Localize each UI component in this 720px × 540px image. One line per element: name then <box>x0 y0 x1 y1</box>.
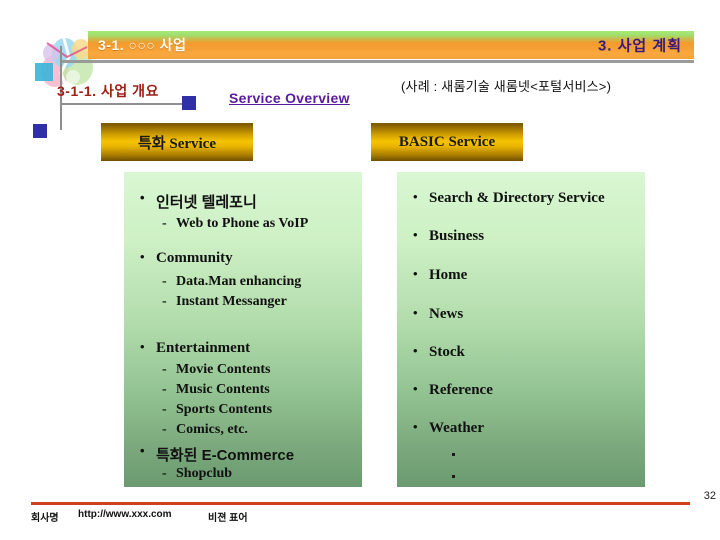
list-item-primary: Community <box>140 249 233 267</box>
header-underline-rule <box>60 60 694 63</box>
footer-slogan: 비젼 표어 <box>208 513 248 524</box>
footer-company-name: 회사명 <box>31 513 59 524</box>
footer-url: http://www.xxx.com <box>78 509 172 520</box>
list-item-secondary: Instant Messanger <box>162 294 287 310</box>
list-item-primary: Business <box>413 227 484 245</box>
list-item-dot-marker <box>452 475 455 478</box>
basic-service-list: Search & Directory Service Business Home Ne… <box>397 172 645 487</box>
list-item-secondary: Data.Man enhancing <box>162 274 301 290</box>
list-item-secondary: Movie Contents <box>162 362 270 378</box>
list-item-primary: News <box>413 305 463 323</box>
special-service-header-box: 특화 Service <box>101 123 253 161</box>
special-service-header-label: 특화 Service <box>138 135 216 152</box>
basic-service-header-label: BASIC Service <box>398 133 496 150</box>
blue-square-marker-section <box>182 96 196 110</box>
section-subtitle: 3-1-1. 사업 개요 <box>57 83 159 99</box>
page-number: 32 <box>703 490 716 502</box>
list-item-dot-marker <box>452 453 455 456</box>
service-overview-link[interactable]: Service Overview <box>229 90 350 106</box>
list-item-secondary: Music Contents <box>162 382 270 398</box>
footer-rule <box>31 502 690 505</box>
slide-header-bar: 3-1. ○○○ 사업 3. 사업 계획 <box>88 31 694 59</box>
basic-service-header-box: BASIC Service <box>371 123 523 161</box>
slide-canvas: 3-1. ○○○ 사업 3. 사업 계획 3-1-1. 사업 개요 Servic… <box>0 0 720 540</box>
list-item-primary: 특화된 E-Commerce <box>140 443 294 465</box>
list-item-primary: Home <box>413 266 467 284</box>
list-item-secondary: Comics, etc. <box>162 422 248 438</box>
connector-horizontal-line <box>60 103 190 105</box>
case-note-text: (사례 : 새롬기술 새롬넷<포털서비스>) <box>401 79 612 94</box>
list-item-primary: Stock <box>413 343 465 361</box>
list-item-primary: Search & Directory Service <box>413 189 605 207</box>
basic-service-panel: Search & Directory Service Business Home Ne… <box>397 172 645 487</box>
special-service-list: 인터넷 텔레포니 Web to Phone as VoIP Community Dat… <box>124 172 362 487</box>
header-right-title: 3. 사업 계획 <box>597 37 682 55</box>
list-item-secondary: Web to Phone as VoIP <box>162 216 308 232</box>
list-item-secondary: Sports Contents <box>162 402 272 418</box>
list-item-primary: Weather <box>413 419 484 437</box>
list-item-secondary: Shopclub <box>162 466 232 482</box>
header-left-title: 3-1. ○○○ 사업 <box>98 37 187 53</box>
list-item-primary: 인터넷 텔레포니 <box>140 190 257 212</box>
blue-square-marker-bottom <box>33 124 47 138</box>
special-service-panel: 인터넷 텔레포니 Web to Phone as VoIP Community Dat… <box>124 172 362 487</box>
list-item-primary: Entertainment <box>140 339 250 357</box>
list-item-primary: Reference <box>413 381 493 399</box>
